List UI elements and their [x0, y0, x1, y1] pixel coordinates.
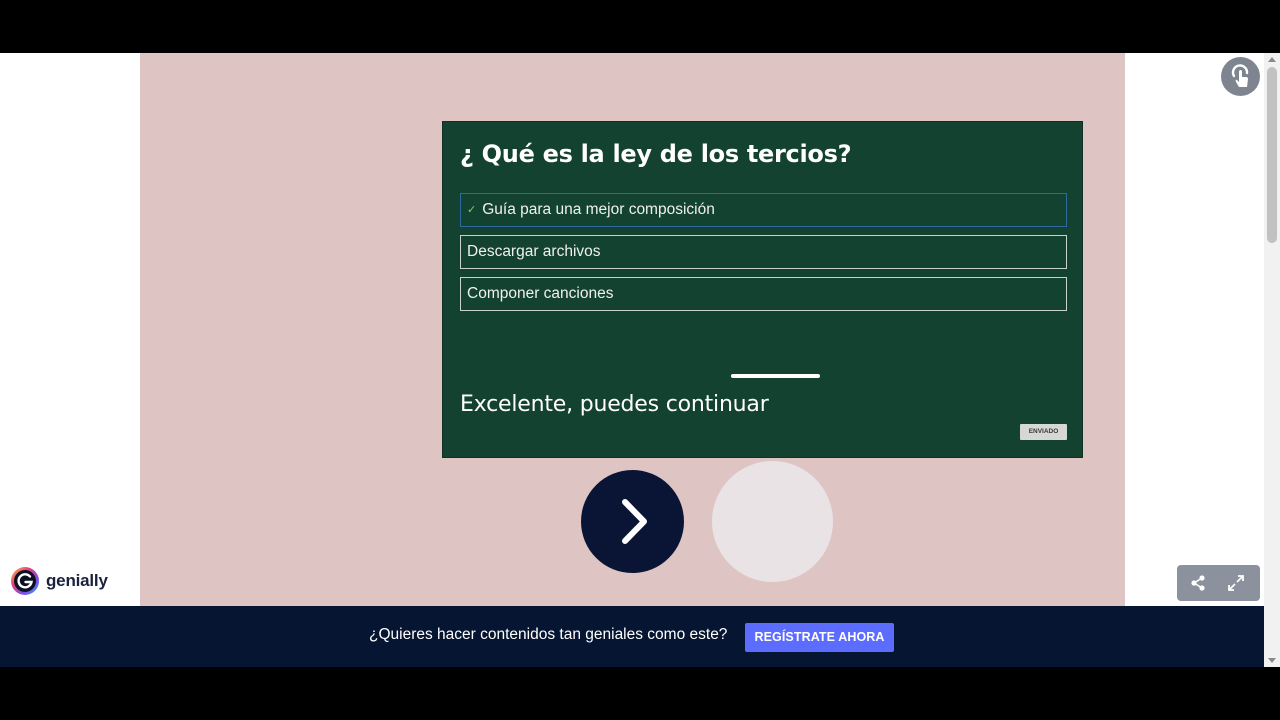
- next-button-ring: [712, 461, 833, 582]
- share-toolbar: [1177, 565, 1260, 601]
- lock-touch-icon: [1231, 64, 1249, 87]
- quiz-question: ¿ Qué es la ley de los tercios?: [460, 140, 852, 168]
- quiz-option-label: Guía para una mejor composición: [482, 201, 715, 218]
- chevron-right-icon: [622, 499, 647, 544]
- next-slide-button[interactable]: [581, 470, 684, 573]
- scroll-up-icon[interactable]: [1268, 57, 1276, 62]
- letterbox-bottom: [0, 667, 1280, 720]
- presentation-viewport: ¿ Qué es la ley de los tercios? ✓ Guía p…: [0, 53, 1264, 667]
- signup-banner-text: ¿Quieres hacer contenidos tan geniales c…: [369, 626, 728, 643]
- share-icon[interactable]: [1189, 574, 1207, 592]
- signup-button[interactable]: REGÍSTRATE AHORA: [745, 623, 894, 652]
- brand-name: genially: [46, 571, 108, 590]
- genially-logo-icon: [11, 567, 39, 595]
- quiz-option-label: Componer canciones: [467, 285, 614, 302]
- quiz-option-1[interactable]: ✓ Guía para una mejor composición: [460, 193, 1067, 227]
- quiz-option-label: Descargar archivos: [467, 243, 601, 260]
- status-badge: ENVIADO: [1020, 424, 1067, 440]
- quiz-option-2[interactable]: Descargar archivos: [460, 235, 1067, 269]
- divider-bar: [731, 374, 820, 378]
- check-icon: ✓: [467, 204, 477, 216]
- quiz-card: ¿ Qué es la ley de los tercios? ✓ Guía p…: [442, 121, 1083, 458]
- quiz-option-3[interactable]: Componer canciones: [460, 277, 1067, 311]
- fullscreen-icon[interactable]: [1227, 574, 1245, 592]
- scrollbar-thumb[interactable]: [1267, 67, 1277, 243]
- scroll-down-icon[interactable]: [1268, 658, 1276, 663]
- letterbox-top: [0, 0, 1280, 53]
- brand-logo-link[interactable]: genially: [10, 565, 108, 597]
- page-scrollbar[interactable]: [1264, 53, 1280, 667]
- signup-banner: ¿Quieres hacer contenidos tan geniales c…: [0, 606, 1264, 667]
- lock-interaction-button[interactable]: [1221, 57, 1260, 96]
- feedback-message: Excelente, puedes continuar: [460, 392, 769, 417]
